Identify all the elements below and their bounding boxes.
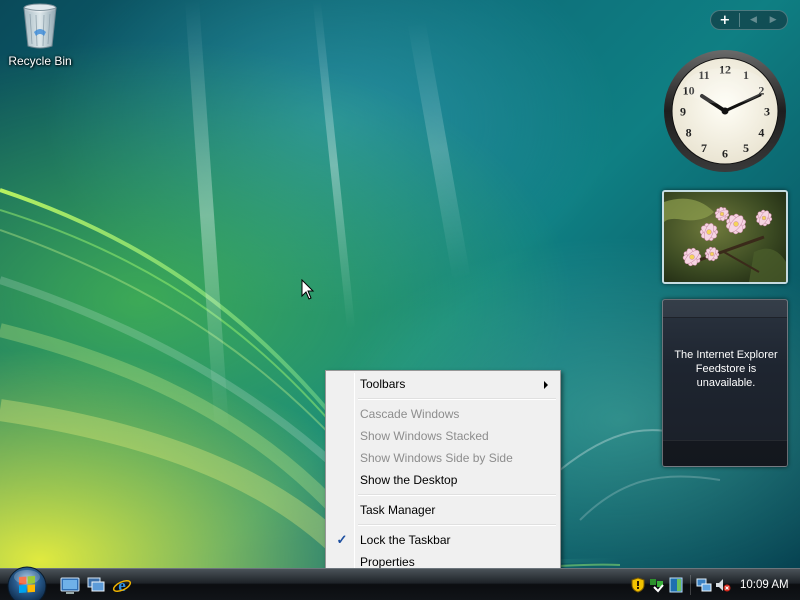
menu-item-show-the-desktop[interactable]: Show the Desktop	[328, 469, 558, 491]
submenu-arrow-icon	[544, 381, 548, 389]
add-gadget-button[interactable]: +	[715, 13, 735, 28]
clock-numeral: 6	[722, 147, 728, 161]
desktop-icon-recycle-bin[interactable]: Recycle Bin	[4, 2, 76, 68]
notification-area: 10:09 AM	[630, 569, 800, 600]
switch-windows-icon[interactable]	[86, 575, 106, 595]
feed-footer-bar	[663, 440, 787, 466]
menu-item-label: Toolbars	[360, 377, 406, 391]
menu-item-label: Cascade Windows	[360, 407, 460, 421]
feed-header-bar	[663, 300, 787, 318]
menu-item-label: Show Windows Side by Side	[360, 451, 513, 465]
menu-item-label: Show Windows Stacked	[360, 429, 489, 443]
slideshow-photo	[664, 192, 786, 282]
windows-update-icon[interactable]	[649, 577, 665, 593]
menu-item-label: Task Manager	[360, 503, 436, 517]
taskbar-clock[interactable]: 10:09 AM	[740, 579, 789, 591]
feed-error-message: The Internet Explorer Feedstore is unava…	[674, 349, 778, 389]
clock-numeral: 5	[743, 141, 749, 155]
recycle-bin-icon	[23, 3, 57, 49]
mouse-cursor-icon	[301, 279, 315, 300]
start-orb-icon[interactable]	[6, 565, 48, 600]
menu-item-label: Lock the Taskbar	[360, 533, 451, 547]
feed-headlines-gadget[interactable]: The Internet Explorer Feedstore is unava…	[662, 299, 788, 467]
menu-item-toolbars[interactable]: Toolbars	[328, 373, 558, 395]
sidebar-controls-divider	[738, 13, 740, 27]
checkmark-icon: ✓	[336, 532, 348, 547]
clock-numeral: 4	[758, 126, 764, 140]
sidebar-icon[interactable]	[668, 577, 684, 593]
menu-separator	[328, 491, 558, 499]
taskbar-context-menu: Toolbars Cascade Windows Show Windows St…	[325, 370, 561, 576]
menu-item-label: Properties	[360, 555, 415, 569]
clock-gadget[interactable]: 12 1234567891011	[662, 48, 788, 174]
sidebar-controls: + ◀ ▶	[710, 10, 788, 30]
clock-numeral: 3	[764, 105, 770, 119]
svg-text:e: e	[118, 576, 126, 595]
menu-item-show-windows-side-by-side[interactable]: Show Windows Side by Side	[328, 447, 558, 469]
menu-separator	[328, 395, 558, 403]
previous-page-button[interactable]: ◀	[744, 15, 764, 25]
network-icon[interactable]	[696, 577, 712, 593]
clock-numeral: 8	[686, 126, 692, 140]
menu-item-show-windows-stacked[interactable]: Show Windows Stacked	[328, 425, 558, 447]
menu-item-label: Show the Desktop	[360, 473, 458, 487]
clock-numeral: 9	[680, 105, 686, 119]
volume-muted-icon[interactable]	[715, 577, 731, 593]
slideshow-gadget[interactable]	[662, 190, 788, 284]
tray-divider	[690, 575, 691, 595]
recycle-bin-label: Recycle Bin	[8, 54, 72, 68]
taskbar[interactable]: e 10:09 AM	[0, 565, 800, 600]
menu-item-lock-the-taskbar[interactable]: ✓ Lock the Taskbar	[328, 529, 558, 551]
internet-explorer-icon[interactable]: e	[112, 575, 132, 595]
menu-separator	[328, 521, 558, 529]
quick-launch-toolbar: e	[60, 575, 132, 595]
security-shield-icon[interactable]	[630, 577, 646, 593]
show-desktop-icon[interactable]	[60, 575, 80, 595]
next-page-button[interactable]: ▶	[763, 15, 783, 25]
menu-item-task-manager[interactable]: Task Manager	[328, 499, 558, 521]
menu-item-cascade-windows[interactable]: Cascade Windows	[328, 403, 558, 425]
clock-numeral: 7	[701, 141, 707, 155]
